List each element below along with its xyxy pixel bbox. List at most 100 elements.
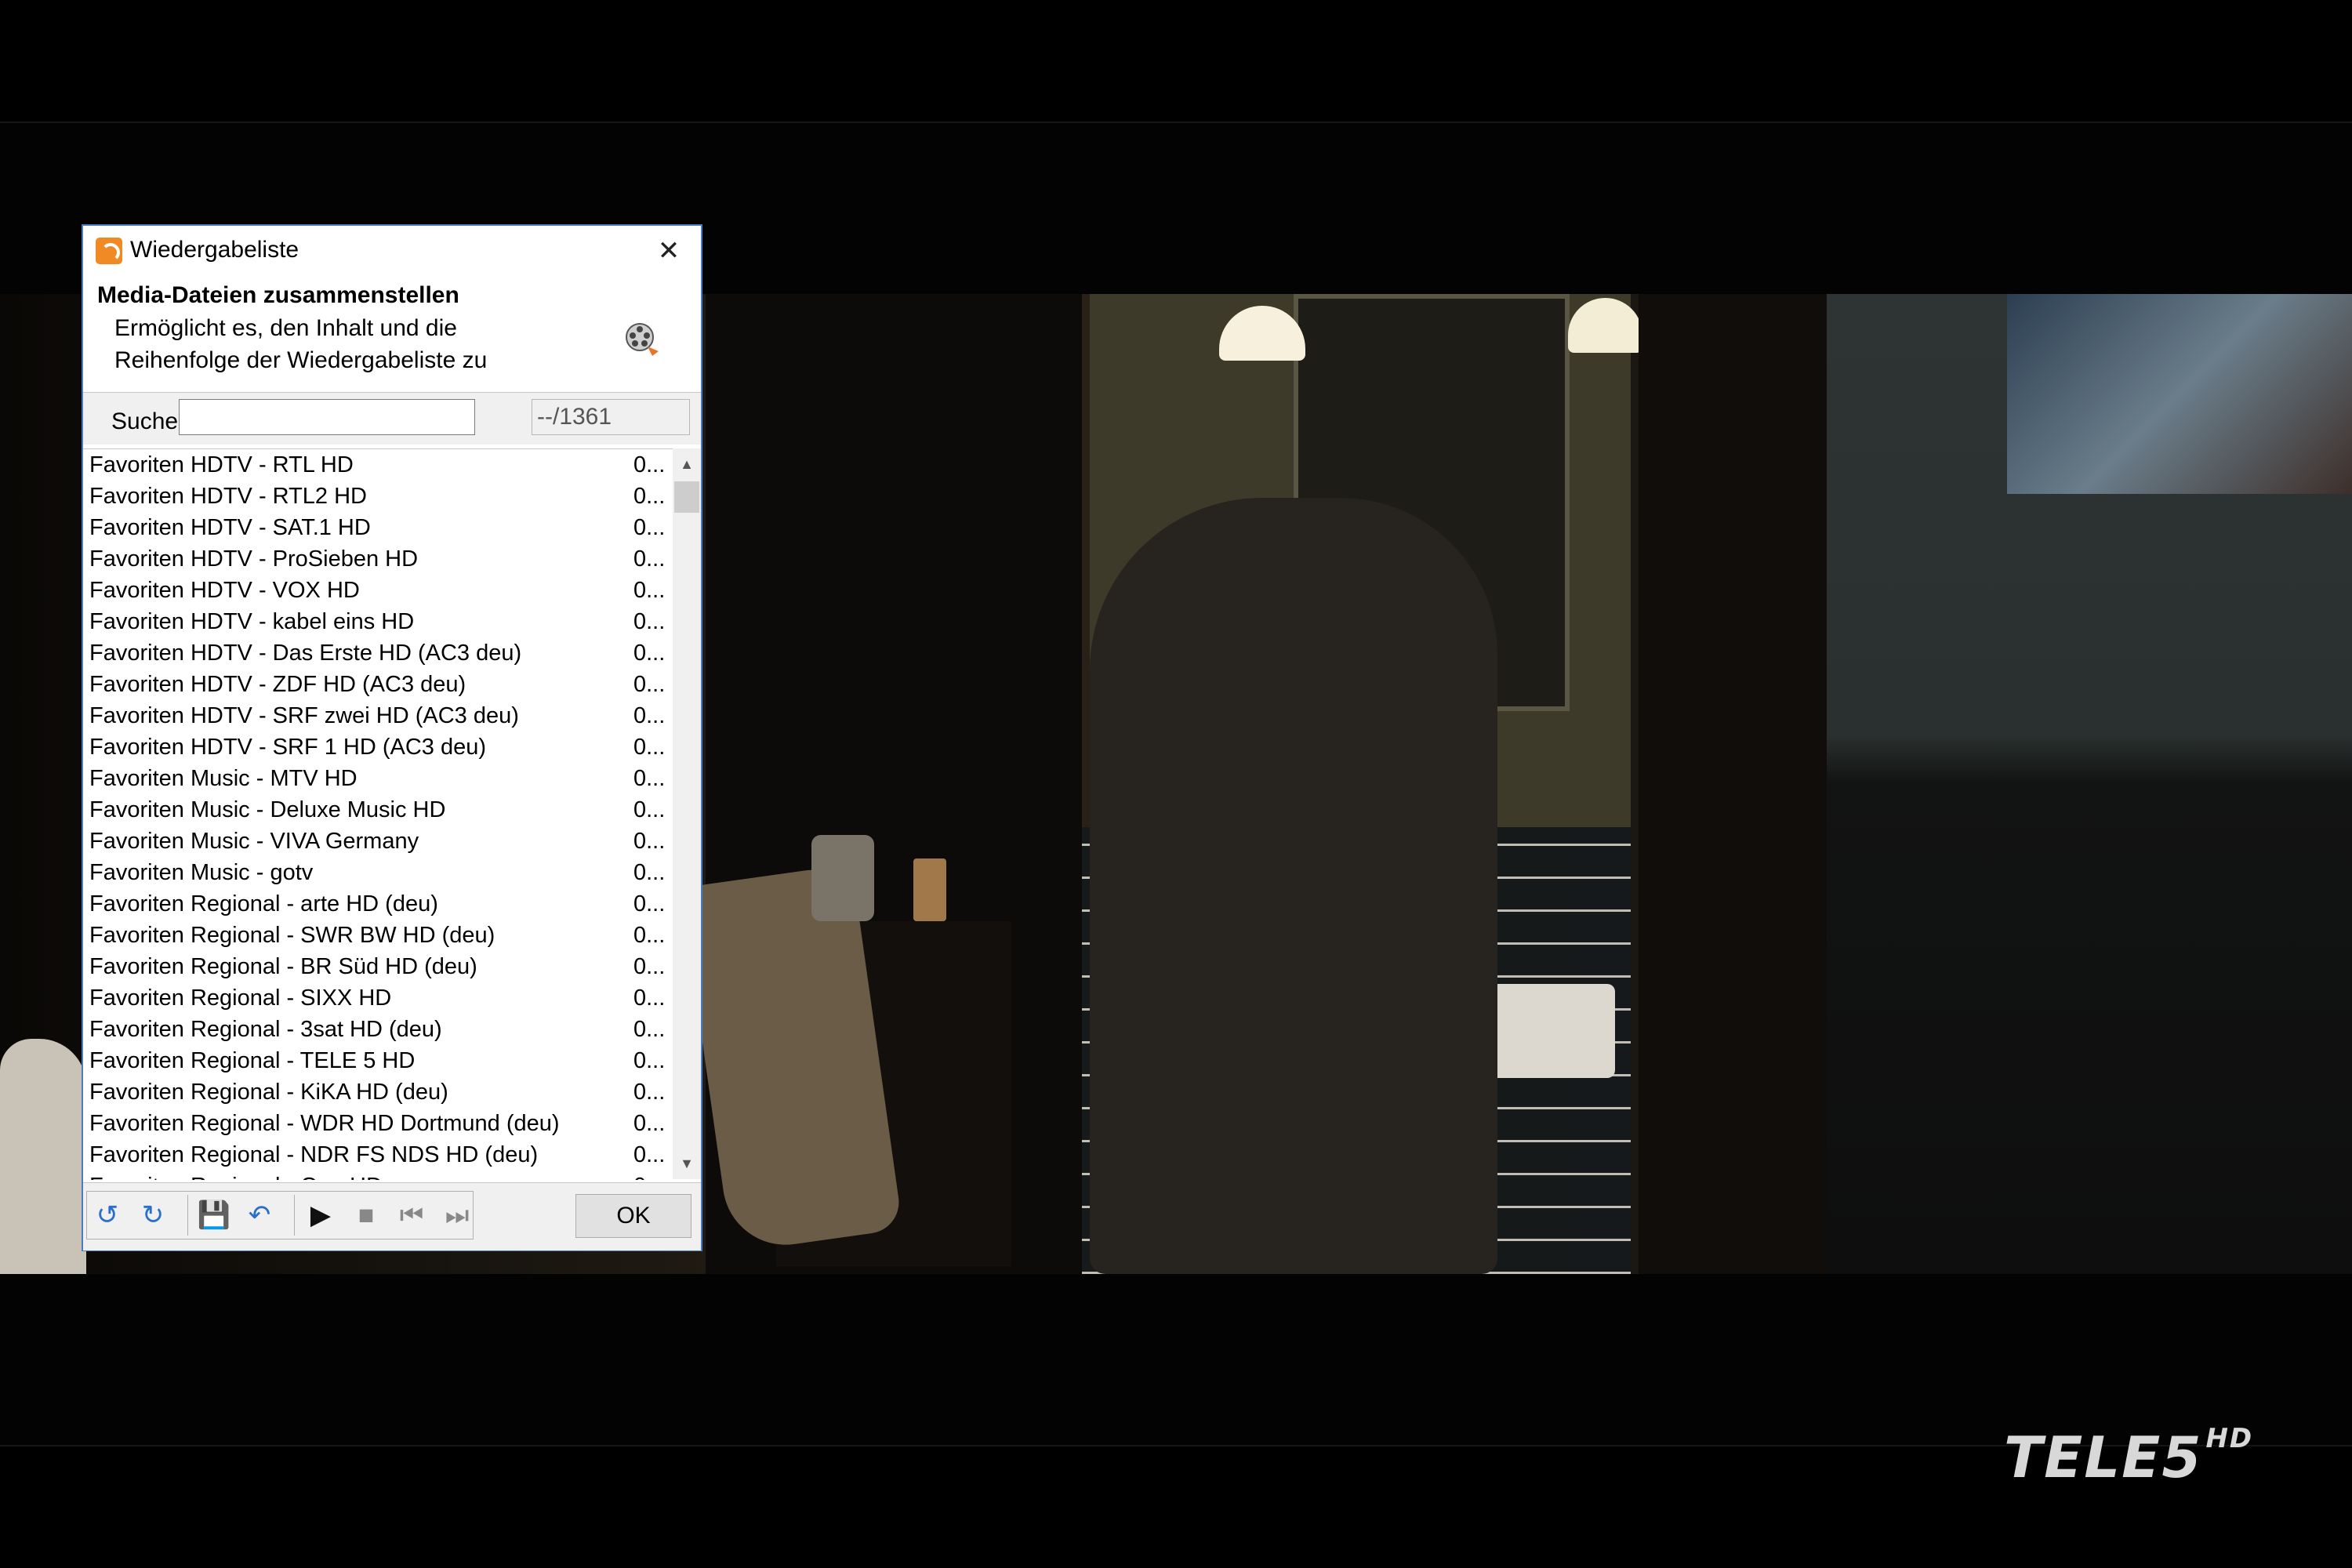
playlist-dialog: Wiedergabeliste ✕ Media-Dateien zusammen… xyxy=(82,224,702,1251)
list-item-duration: 0... xyxy=(633,1171,665,1180)
toolbar-separator xyxy=(294,1195,295,1236)
list-item-name: Favoriten HDTV - ProSieben HD xyxy=(89,546,419,572)
film-reel-icon xyxy=(626,323,659,356)
list-item-name: Favoriten Regional - BR Süd HD (deu) xyxy=(89,954,477,979)
scrollbar-thumb[interactable] xyxy=(674,481,699,513)
list-item[interactable]: Favoriten HDTV - Das Erste HD (AC3 deu) 0… xyxy=(83,637,673,669)
list-item[interactable]: Favoriten Regional - BR Süd HD (deu) 0... xyxy=(83,951,673,982)
list-item-duration: 0... xyxy=(633,1017,666,1042)
tool-group: ↺ ↻ 💾 ↶ ▶ ■ ⏮ ⏭ xyxy=(86,1191,474,1240)
close-button[interactable]: ✕ xyxy=(646,230,691,271)
playlist-list[interactable]: Favoriten HDTV - RTL HD 0... Favoriten HDT… xyxy=(83,448,673,1180)
scene-statue xyxy=(0,1039,86,1274)
list-item-name: Favoriten HDTV - VOX HD xyxy=(89,578,360,603)
list-item-name: Favoriten HDTV - SRF zwei HD (AC3 deu) xyxy=(89,703,519,728)
title-bar[interactable]: Wiedergabeliste ✕ xyxy=(83,226,701,276)
list-item-name: Favoriten HDTV - RTL HD xyxy=(89,452,354,477)
list-item[interactable]: Favoriten HDTV - SRF zwei HD (AC3 deu) 0.… xyxy=(83,700,673,731)
list-item[interactable]: Favoriten HDTV - kabel eins HD 0... xyxy=(83,606,673,637)
search-row: Suche --/1361 xyxy=(83,392,701,445)
toolbar-separator xyxy=(187,1195,188,1236)
list-item-duration: 0... xyxy=(633,954,666,979)
channel-logo-text: TELE5 xyxy=(2004,1425,2203,1490)
list-item[interactable]: Favoriten HDTV - ZDF HD (AC3 deu) 0... xyxy=(83,669,673,700)
scroll-up-icon[interactable]: ▲ xyxy=(673,450,701,478)
rotate-right-icon[interactable]: ↻ xyxy=(132,1195,173,1236)
list-item-duration: 0... xyxy=(633,452,666,477)
list-item-duration: 0... xyxy=(633,1048,666,1073)
list-item-name: Favoriten Regional - SIXX HD xyxy=(89,985,392,1011)
vertical-scrollbar[interactable]: ▲ ▼ xyxy=(673,448,701,1179)
list-item-duration: 0... xyxy=(633,484,666,509)
dialog-toolbar: ↺ ↻ 💾 ↶ ▶ ■ ⏮ ⏭ OK xyxy=(83,1182,701,1250)
result-counter: --/1361 xyxy=(532,399,690,435)
list-item-name: Favoriten Regional - WDR HD Dortmund (de… xyxy=(89,1111,560,1136)
list-item[interactable]: Favoriten HDTV - RTL2 HD 0... xyxy=(83,481,673,512)
skip-previous-icon[interactable]: ⏮ xyxy=(391,1195,432,1236)
list-item-duration: 0... xyxy=(633,860,666,885)
list-item-duration: 0... xyxy=(633,1080,666,1105)
rotate-left-icon[interactable]: ↺ xyxy=(87,1195,128,1236)
list-item[interactable]: Favoriten Regional - SIXX HD 0... xyxy=(83,982,673,1014)
list-item[interactable]: Favoriten Music - gotv 0... xyxy=(83,857,673,888)
list-item-duration: 0... xyxy=(633,515,666,540)
list-item-name: Favoriten Regional - One HD xyxy=(89,1171,383,1180)
list-item[interactable]: Favoriten Regional - arte HD (deu) 0... xyxy=(83,888,673,920)
list-item[interactable]: Favoriten Regional - One HD 0... xyxy=(83,1171,673,1180)
list-item[interactable]: Favoriten Regional - TELE 5 HD 0... xyxy=(83,1045,673,1076)
scroll-down-icon[interactable]: ▼ xyxy=(673,1149,701,1178)
channel-logo: TELE5 HD xyxy=(2004,1423,2253,1490)
list-item-duration: 0... xyxy=(633,609,666,634)
search-label: Suche xyxy=(111,408,179,434)
play-icon[interactable]: ▶ xyxy=(300,1195,341,1236)
dialog-header: Media-Dateien zusammenstellen Ermöglicht… xyxy=(83,276,701,392)
skip-next-icon[interactable]: ⏭ xyxy=(437,1195,477,1236)
list-item-name: Favoriten HDTV - SAT.1 HD xyxy=(89,515,371,540)
channel-logo-suffix: HD xyxy=(2205,1423,2254,1454)
scene-jar xyxy=(811,835,874,921)
list-item[interactable]: Favoriten HDTV - RTL HD 0... xyxy=(83,449,673,481)
list-item-name: Favoriten Music - gotv xyxy=(89,860,314,885)
list-item[interactable]: Favoriten HDTV - SRF 1 HD (AC3 deu) 0... xyxy=(83,731,673,763)
list-item[interactable]: Favoriten HDTV - ProSieben HD 0... xyxy=(83,543,673,575)
dialog-description: Ermöglicht es, den Inhalt und die Reihen… xyxy=(114,315,488,373)
list-item-duration: 0... xyxy=(633,546,666,572)
list-item-duration: 0... xyxy=(633,766,666,791)
list-item[interactable]: Favoriten HDTV - SAT.1 HD 0... xyxy=(83,512,673,543)
list-item-name: Favoriten HDTV - ZDF HD (AC3 deu) xyxy=(89,672,466,697)
list-item[interactable]: Favoriten Music - Deluxe Music HD 0... xyxy=(83,794,673,826)
scene-painting xyxy=(2007,294,2352,494)
list-item-name: Favoriten Regional - arte HD (deu) xyxy=(89,891,438,916)
ok-button[interactable]: OK xyxy=(575,1194,691,1238)
list-item-name: Favoriten HDTV - Das Erste HD (AC3 deu) xyxy=(89,641,522,666)
list-item-duration: 0... xyxy=(633,797,666,822)
list-item[interactable]: Favoriten Regional - KiKA HD (deu) 0... xyxy=(83,1076,673,1108)
app-icon xyxy=(96,238,122,264)
list-item-name: Favoriten HDTV - RTL2 HD xyxy=(89,484,367,509)
scene-person xyxy=(1090,498,1497,1274)
list-item[interactable]: Favoriten Regional - WDR HD Dortmund (de… xyxy=(83,1108,673,1139)
list-item-name: Favoriten HDTV - kabel eins HD xyxy=(89,609,415,634)
list-item[interactable]: Favoriten Regional - SWR BW HD (deu) 0... xyxy=(83,920,673,951)
list-item-name: Favoriten Music - MTV HD xyxy=(89,766,358,791)
list-item[interactable]: Favoriten HDTV - VOX HD 0... xyxy=(83,575,673,606)
list-item-duration: 0... xyxy=(633,641,666,666)
list-item-name: Favoriten Regional - SWR BW HD (deu) xyxy=(89,923,495,948)
list-item-duration: 0... xyxy=(633,923,666,948)
list-item-name: Favoriten Regional - KiKA HD (deu) xyxy=(89,1080,448,1105)
stop-icon[interactable]: ■ xyxy=(346,1195,387,1236)
list-item-duration: 0... xyxy=(633,1142,666,1167)
undo-icon[interactable]: ↶ xyxy=(239,1195,280,1236)
list-item[interactable]: Favoriten Music - VIVA Germany 0... xyxy=(83,826,673,857)
scene-pillar xyxy=(1639,294,1827,1274)
list-item[interactable]: Favoriten Regional - 3sat HD (deu) 0... xyxy=(83,1014,673,1045)
list-item[interactable]: Favoriten Music - MTV HD 0... xyxy=(83,763,673,794)
list-item-duration: 0... xyxy=(633,891,666,916)
list-item[interactable]: Favoriten Regional - NDR FS NDS HD (deu)… xyxy=(83,1139,673,1171)
save-icon[interactable]: 💾 xyxy=(194,1195,234,1236)
list-item-duration: 0... xyxy=(633,1111,666,1136)
list-item-name: Favoriten Regional - 3sat HD (deu) xyxy=(89,1017,442,1042)
list-item-name: Favoriten Regional - NDR FS NDS HD (deu) xyxy=(89,1142,539,1167)
scene-glass xyxy=(913,858,946,921)
search-input[interactable] xyxy=(179,399,475,435)
